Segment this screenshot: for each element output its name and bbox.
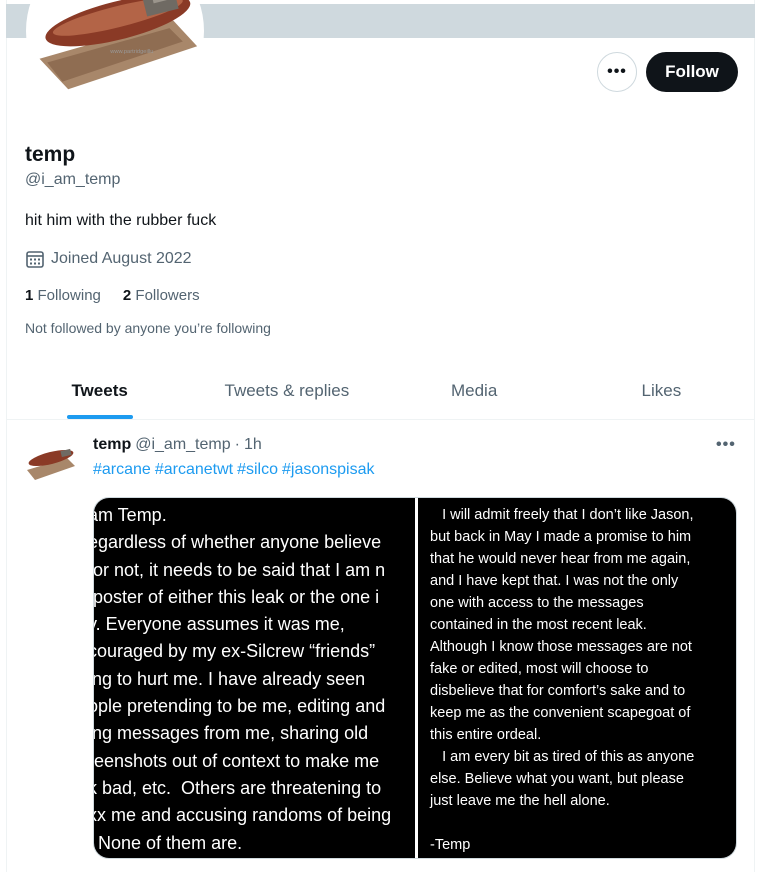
tab-label: Tweets (71, 380, 128, 400)
hashtag-link[interactable]: #arcanetwt (155, 461, 233, 479)
image-text-line: xx me and accusing randoms of being (94, 805, 392, 826)
image-text-line: I will admit freely that I don’t like Ja… (430, 507, 694, 523)
image-text-line: couraged by my ex-Silcrew “friends” (94, 641, 376, 662)
image-right-text: I will admit freely that I don’t like Ja… (430, 504, 728, 812)
joined-date: Joined August 2022 (25, 249, 192, 269)
tab-tweets-replies[interactable]: Tweets & replies (193, 362, 380, 419)
tab-media[interactable]: Media (381, 362, 568, 419)
hashtag-link[interactable]: #arcane (93, 461, 151, 479)
profile-handle: @i_am_temp (25, 171, 121, 188)
image-text-line: and I have kept that. I was not the only (430, 573, 679, 589)
image-text-line: one with access to the messages (430, 595, 644, 611)
followers-link[interactable]: 2 Followers (123, 287, 200, 304)
profile-name: temp (25, 143, 76, 166)
tweet-author-name[interactable]: temp (93, 436, 131, 454)
tab-likes[interactable]: Likes (568, 362, 755, 419)
not-followed-notice: Not followed by anyone you’re following (25, 320, 271, 336)
tweet-media[interactable]: am Temp. egardless of whether anyone beli… (93, 497, 737, 859)
tab-label: Tweets & replies (224, 380, 350, 400)
profile-tabs: Tweets Tweets & replies Media Likes (6, 362, 755, 420)
tweet-hashtags: #arcane #arcanetwt #silco #jasonspisak (93, 461, 375, 479)
media-image-left[interactable]: am Temp. egardless of whether anyone beli… (94, 498, 415, 858)
image-text-line: ople pretending to be me, editing and (94, 696, 386, 717)
more-options-button[interactable]: ••• (597, 52, 637, 92)
following-link[interactable]: 1 Following (25, 287, 101, 304)
hashtag-link[interactable]: #jasonspisak (282, 461, 375, 479)
joined-text: Joined August 2022 (51, 250, 192, 267)
image-text-line: I am every bit as tired of this as anyon… (430, 749, 695, 765)
following-label: Following (37, 287, 101, 304)
image-left-text: am Temp. egardless of whether anyone beli… (94, 502, 415, 857)
profile-bio: hit him with the rubber fuck (25, 212, 217, 229)
calendar-icon (26, 251, 44, 268)
image-text-line: but back in May I made a promise to him (430, 529, 692, 545)
followers-label: Followers (135, 287, 200, 304)
follow-button[interactable]: Follow (646, 52, 738, 92)
tweet-more-button[interactable]: ••• (716, 436, 736, 454)
image-text-line: disbelieve that for comfort’s sake and t… (430, 683, 686, 699)
image-text-line: . None of them are. (94, 832, 243, 853)
tweet-author-handle[interactable]: @i_am_temp (135, 436, 230, 454)
image-text-line: poster of either this leak or the one i (94, 586, 380, 607)
image-text-line: reenshots out of context to make me (94, 750, 380, 771)
followers-count: 2 (122, 287, 132, 304)
image-text-line: ing messages from me, sharing old (94, 723, 369, 744)
tweet-header: temp @i_am_temp · 1h (93, 436, 262, 454)
active-tab-indicator (66, 415, 133, 419)
image-right-signature: -Temp (430, 837, 471, 853)
image-text-line: y. Everyone assumes it was me, (94, 614, 345, 635)
image-text-line: k bad, etc. Others are threatening to (94, 777, 382, 798)
image-text-line: contained in the most recent leak. (430, 617, 647, 633)
tab-label: Likes (641, 380, 682, 400)
image-text-line: Although I know those messages are not (430, 639, 692, 655)
image-text-line: just leave me the hell alone. (430, 793, 610, 809)
avatar-watermark: www.partridgeillu (109, 49, 153, 55)
follow-stats: 1 Following 2 Followers (25, 287, 200, 304)
image-text-line: else. Believe what you want, but please (430, 771, 684, 787)
tweet-timestamp[interactable]: 1h (244, 436, 262, 454)
image-text-line: fake or edited, most will choose to (430, 661, 649, 677)
image-text-line: am Temp. (94, 505, 167, 525)
following-count: 1 (25, 287, 34, 304)
tweet-avatar[interactable] (25, 436, 77, 488)
image-text-line: egardless of whether anyone believe (94, 532, 382, 553)
image-text-line: ing to hurt me. I have already seen (94, 668, 366, 689)
image-text-line: this entire ordeal. (430, 727, 542, 743)
image-text-line: that he would never hear from me again, (430, 551, 691, 567)
media-image-right[interactable]: I will admit freely that I don’t like Ja… (418, 498, 736, 858)
image-text-line: keep me as the convenient scapegoat of (430, 705, 691, 721)
tweet-separator: · (234, 436, 240, 453)
tab-label: Media (450, 380, 498, 400)
hashtag-link[interactable]: #silco (237, 461, 278, 479)
airship-thumbnail (25, 436, 77, 488)
tab-tweets[interactable]: Tweets (6, 362, 193, 419)
image-text-line: or not, it needs to be said that I am n (94, 559, 386, 580)
